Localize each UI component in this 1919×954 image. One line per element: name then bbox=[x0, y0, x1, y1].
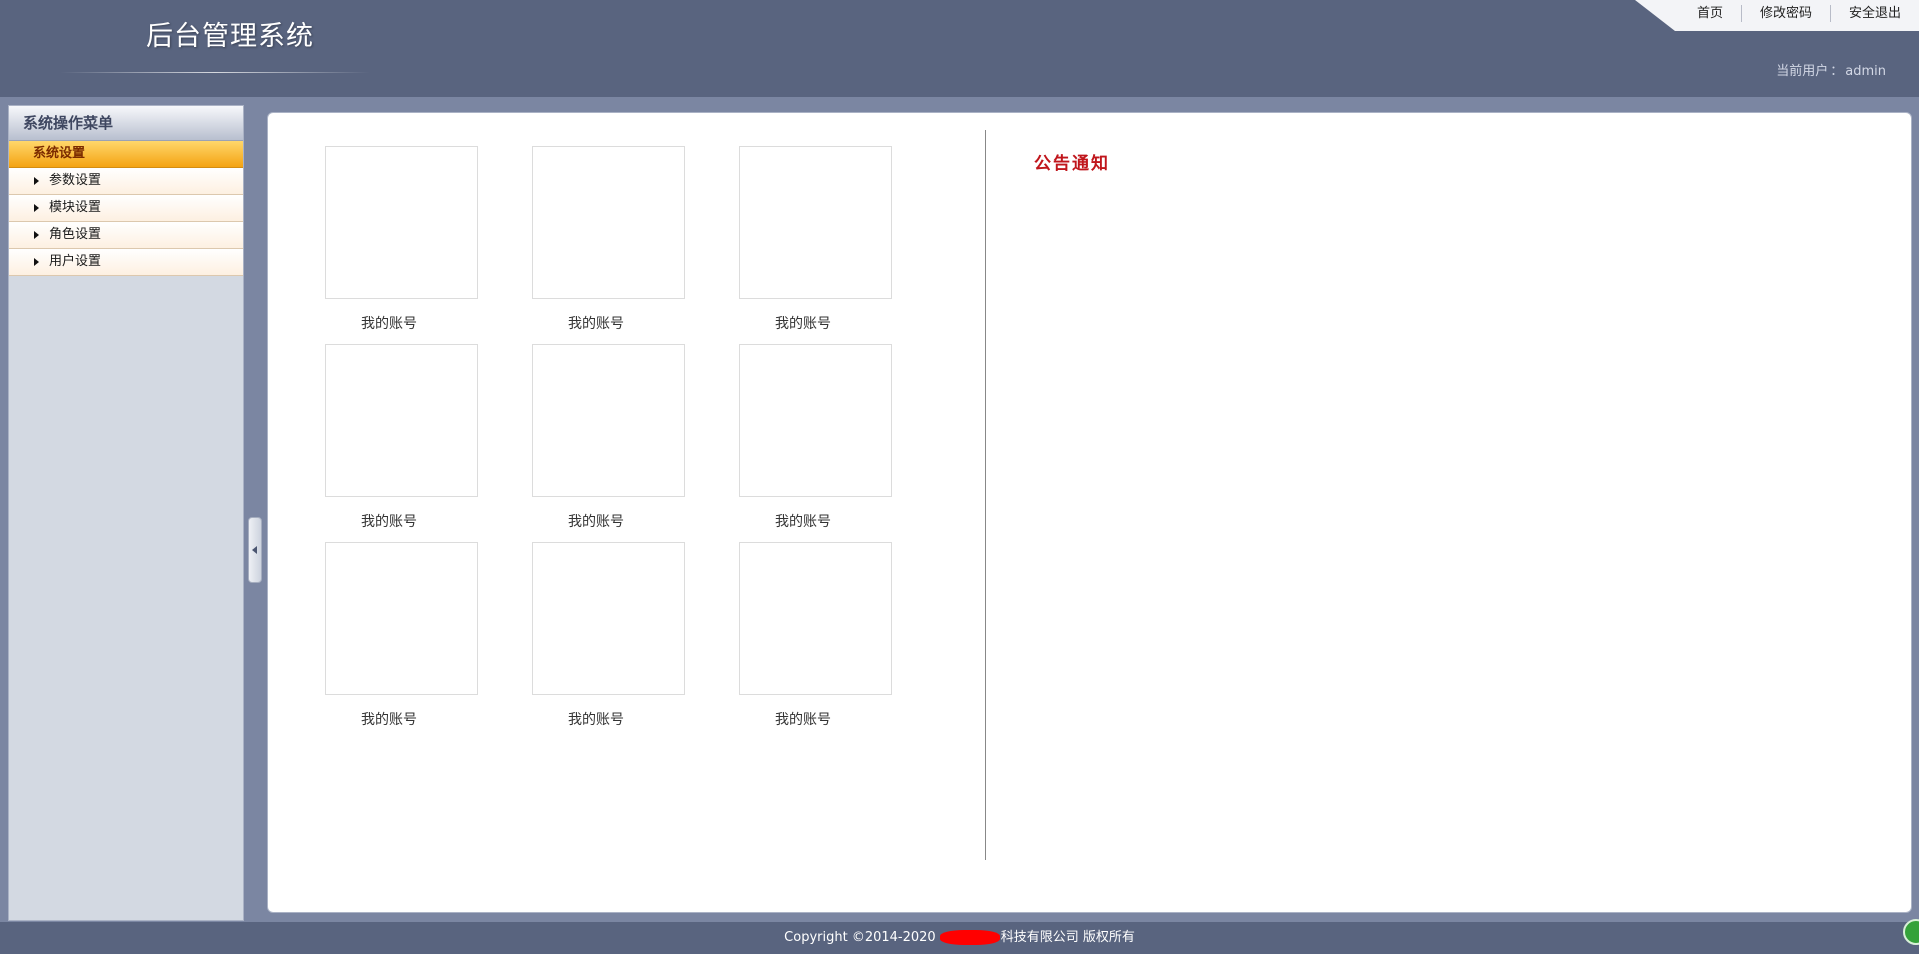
tile-label[interactable]: 我的账号 bbox=[532, 511, 660, 531]
nav-change-password-link[interactable]: 修改密码 bbox=[1740, 5, 1830, 22]
current-user-separator: ： bbox=[1830, 64, 1844, 79]
sidebar-title: 系统操作菜单 bbox=[9, 106, 243, 141]
sidebar-collapse-handle[interactable] bbox=[248, 517, 262, 583]
sidebar-item-label: 模块设置 bbox=[49, 200, 102, 215]
tile-my-account[interactable]: 我的账号 bbox=[532, 146, 685, 333]
tile-my-account[interactable]: 我的账号 bbox=[532, 344, 685, 531]
tile-my-account[interactable]: 我的账号 bbox=[325, 542, 478, 729]
triangle-right-icon bbox=[34, 177, 39, 185]
tile-image[interactable] bbox=[532, 344, 685, 497]
sidebar: 系统操作菜单 系统设置 参数设置 模块设置 角色设置 用户设置 bbox=[8, 105, 244, 921]
tile-my-account[interactable]: 我的账号 bbox=[532, 542, 685, 729]
nav-logout-link[interactable]: 安全退出 bbox=[1829, 5, 1901, 22]
tile-image[interactable] bbox=[532, 146, 685, 299]
sidebar-item-user-settings[interactable]: 用户设置 bbox=[9, 249, 243, 276]
top-nav: 首页 修改密码 安全退出 bbox=[1680, 0, 1919, 27]
tile-label[interactable]: 我的账号 bbox=[325, 313, 453, 333]
tile-label[interactable]: 我的账号 bbox=[739, 511, 867, 531]
triangle-right-icon bbox=[34, 204, 39, 212]
tile-image[interactable] bbox=[325, 542, 478, 695]
app-title: 后台管理系统 bbox=[146, 21, 314, 52]
menu-group-system-settings[interactable]: 系统设置 bbox=[9, 141, 243, 168]
header: 后台管理系统 首页 修改密码 安全退出 当前用户： admin bbox=[0, 0, 1919, 97]
current-user-label: 当前用户 bbox=[1776, 64, 1829, 79]
tile-label[interactable]: 我的账号 bbox=[739, 709, 867, 729]
triangle-right-icon bbox=[34, 258, 39, 266]
sidebar-item-label: 用户设置 bbox=[49, 254, 102, 269]
footer-copyright-suffix: 科技有限公司 版权所有 bbox=[1000, 930, 1135, 945]
footer: Copyright ©2014-2020 科技有限公司 版权所有 bbox=[0, 922, 1919, 954]
chevron-left-icon bbox=[252, 546, 257, 554]
tile-my-account[interactable]: 我的账号 bbox=[739, 344, 892, 531]
tile-image[interactable] bbox=[739, 146, 892, 299]
redaction-mark bbox=[939, 930, 1000, 945]
sidebar-item-role-settings[interactable]: 角色设置 bbox=[9, 222, 243, 249]
content-divider bbox=[985, 130, 986, 860]
tile-image[interactable] bbox=[532, 542, 685, 695]
tile-image[interactable] bbox=[739, 344, 892, 497]
sidebar-item-label: 角色设置 bbox=[49, 227, 102, 242]
sidebar-item-module-settings[interactable]: 模块设置 bbox=[9, 195, 243, 222]
tile-label[interactable]: 我的账号 bbox=[739, 313, 867, 333]
notice-title: 公告通知 bbox=[1034, 154, 1110, 174]
current-user-name: admin bbox=[1845, 64, 1886, 79]
title-underline bbox=[60, 72, 370, 73]
tile-my-account[interactable]: 我的账号 bbox=[739, 542, 892, 729]
main-content: 我的账号 我的账号 我的账号 我的账号 我的账号 我的账号 我的账号 我的账号 … bbox=[267, 112, 1912, 913]
tile-label[interactable]: 我的账号 bbox=[532, 313, 660, 333]
tile-image[interactable] bbox=[325, 344, 478, 497]
tile-label[interactable]: 我的账号 bbox=[532, 709, 660, 729]
tile-label[interactable]: 我的账号 bbox=[325, 709, 453, 729]
current-user: 当前用户： admin bbox=[1776, 60, 1886, 79]
tile-image[interactable] bbox=[739, 542, 892, 695]
footer-copyright-prefix: Copyright ©2014-2020 bbox=[784, 930, 936, 945]
tile-my-account[interactable]: 我的账号 bbox=[325, 146, 478, 333]
tile-my-account[interactable]: 我的账号 bbox=[739, 146, 892, 333]
triangle-right-icon bbox=[34, 231, 39, 239]
nav-home-link[interactable]: 首页 bbox=[1679, 5, 1741, 22]
tile-image[interactable] bbox=[325, 146, 478, 299]
sidebar-item-parameter-settings[interactable]: 参数设置 bbox=[9, 168, 243, 195]
tile-my-account[interactable]: 我的账号 bbox=[325, 344, 478, 531]
tile-label[interactable]: 我的账号 bbox=[325, 511, 453, 531]
sidebar-item-label: 参数设置 bbox=[49, 173, 102, 188]
